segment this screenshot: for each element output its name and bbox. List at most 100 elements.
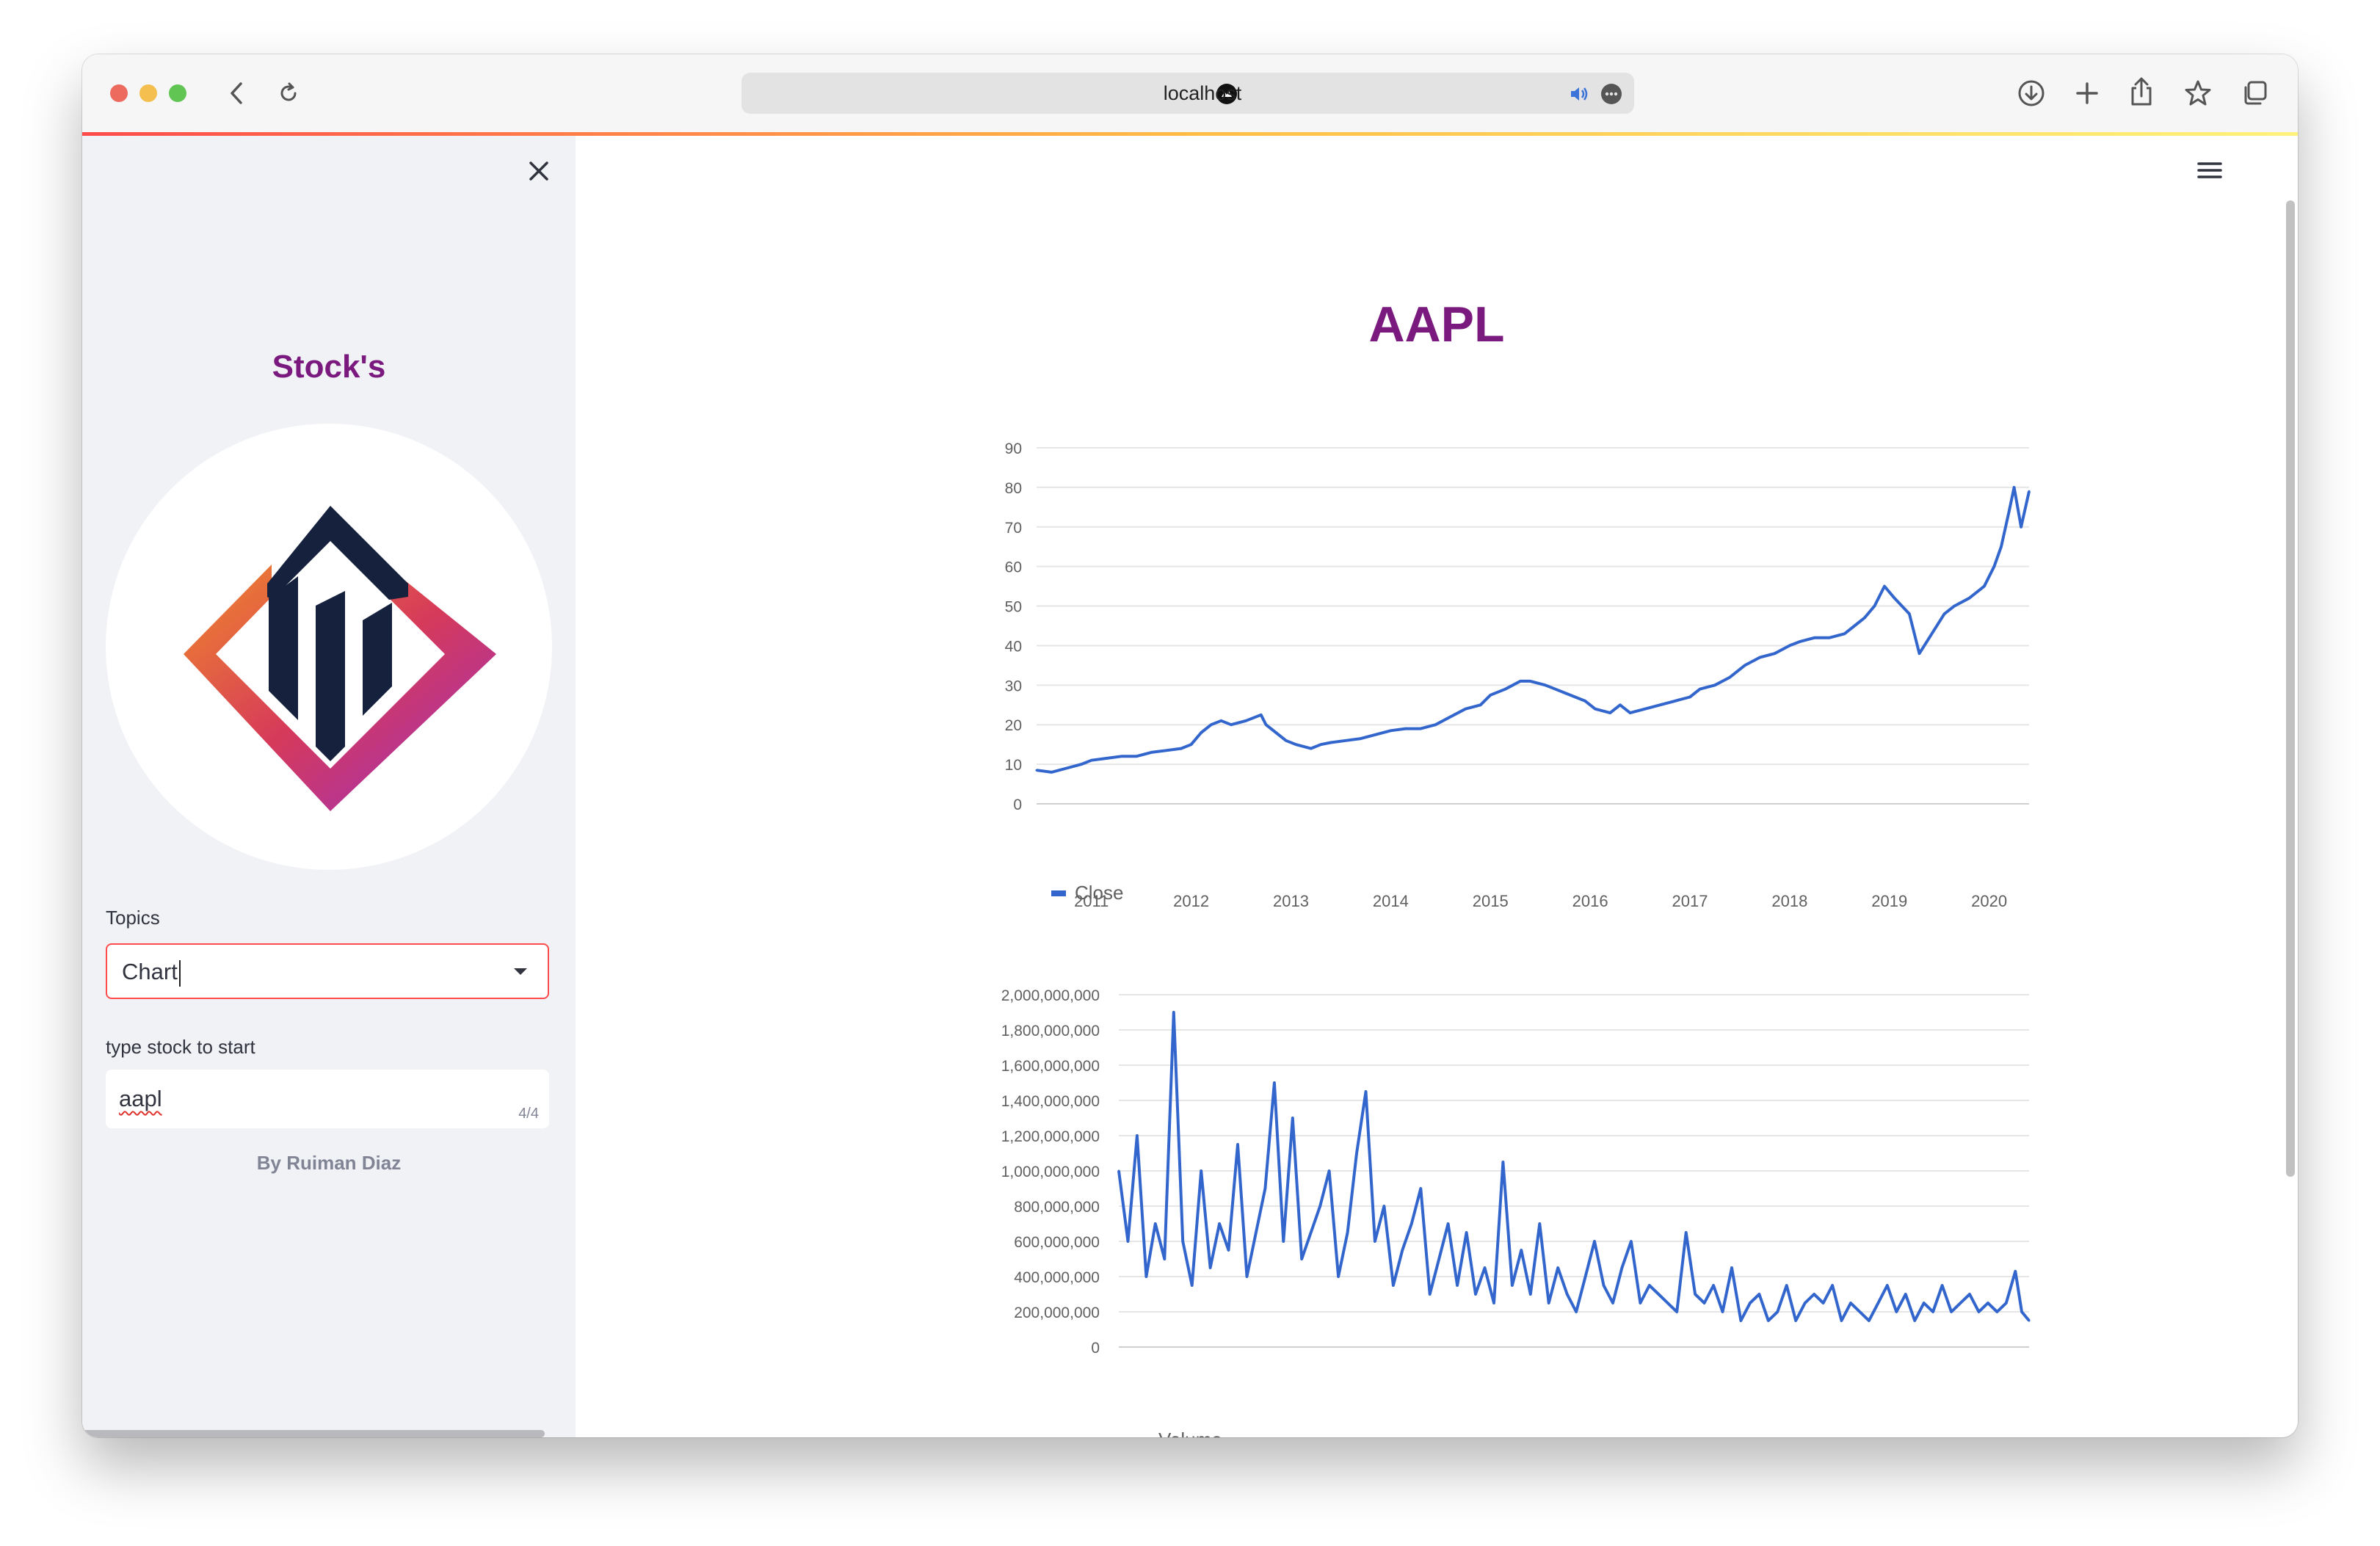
more-options-icon[interactable] <box>1600 83 1622 105</box>
chevron-down-icon <box>514 968 527 975</box>
reload-icon[interactable] <box>276 81 301 106</box>
volume-data-point <box>1913 1319 1916 1322</box>
close-data-point <box>1594 708 1597 711</box>
volume-data-point <box>1447 1222 1450 1225</box>
close-data-point <box>1504 688 1507 691</box>
volume-data-point <box>1703 1302 1706 1304</box>
volume-data-point <box>1328 1169 1331 1172</box>
volume-data-point <box>1245 1275 1248 1278</box>
close-data-point <box>1449 715 1452 718</box>
address-bar[interactable]: localhost <box>741 73 1634 114</box>
close-x-tick-label: 2020 <box>1971 892 2007 910</box>
volume-data-point <box>2020 1310 2023 1313</box>
close-x-tick-label: 2013 <box>1273 892 1309 910</box>
sidebar: Stock's Topics Chart type stock to start… <box>82 136 576 1437</box>
volume-data-point <box>1611 1302 1614 1304</box>
close-data-point <box>1828 636 1831 639</box>
volume-data-point <box>1575 1310 1578 1313</box>
volume-data-point <box>1548 1302 1550 1304</box>
close-data-point <box>1943 612 1946 615</box>
close-data-point <box>1574 696 1577 698</box>
volume-data-point <box>1227 1249 1230 1252</box>
close-data-point <box>2000 545 2003 548</box>
topics-select[interactable]: Chart <box>106 943 549 999</box>
close-data-point <box>2020 526 2022 529</box>
close-data-point <box>1274 731 1277 734</box>
close-data-point <box>2028 490 2031 493</box>
volume-data-point <box>2005 1302 2008 1304</box>
close-price-chart: 01020304050607080902011 2012 2013 2014 2015 2… <box>1001 440 2031 1437</box>
volume-data-point <box>1849 1302 1852 1304</box>
close-data-point <box>1813 636 1816 639</box>
close-x-tick-label: 2019 <box>1871 892 1907 910</box>
volume-data-point <box>1501 1161 1504 1164</box>
close-data-point <box>1265 723 1268 726</box>
speaker-icon[interactable] <box>1568 83 1590 105</box>
close-x-tick-label: 2014 <box>1373 892 1409 910</box>
volume-data-point <box>1382 1205 1385 1208</box>
volume-data-point <box>1666 1302 1669 1304</box>
volume-data-point <box>1603 1284 1606 1287</box>
volume-y-tick-label: 0 <box>1091 1340 1100 1357</box>
close-data-point <box>1583 700 1586 703</box>
volume-data-point <box>1300 1258 1303 1260</box>
volume-data-point <box>1749 1302 1752 1304</box>
close-data-point <box>1165 749 1168 752</box>
close-data-point <box>1219 719 1222 722</box>
close-x-tick-label: 2018 <box>1771 892 1807 910</box>
close-x-tick-label: 2015 <box>1473 892 1509 910</box>
close-data-point <box>1873 605 1876 608</box>
close-data-point <box>1658 703 1661 706</box>
stock-input[interactable]: aapl 4/4 <box>106 1070 549 1128</box>
close-y-tick-label: 90 <box>1005 440 1022 457</box>
tabs-overview-icon[interactable] <box>2241 79 2268 107</box>
volume-y-tick-label: 2,000,000,000 <box>1001 987 1100 1004</box>
close-data-point <box>1150 751 1153 754</box>
close-data-point <box>1983 585 1986 588</box>
bookmark-star-icon[interactable] <box>2183 79 2213 107</box>
volume-data-point <box>1218 1222 1221 1225</box>
volume-data-point <box>1520 1249 1523 1252</box>
close-data-point <box>1554 688 1557 691</box>
close-data-point <box>1464 708 1467 711</box>
volume-data-point <box>1337 1275 1340 1278</box>
close-y-tick-label: 10 <box>1005 757 1022 774</box>
topics-label: Topics <box>106 907 160 929</box>
close-data-point <box>1200 731 1202 734</box>
close-y-tick-label: 60 <box>1005 559 1022 576</box>
volume-data-point <box>1721 1310 1724 1313</box>
stock-input-label: type stock to start <box>106 1036 255 1058</box>
volume-data-point <box>1172 1011 1175 1014</box>
volume-y-tick-label: 1,000,000,000 <box>1001 1164 1100 1180</box>
close-data-point <box>1953 605 1956 608</box>
volume-data-point <box>1346 1231 1349 1234</box>
close-data-point <box>1294 743 1297 746</box>
volume-data-point <box>1757 1293 1760 1296</box>
minimize-window-button[interactable] <box>139 84 157 102</box>
maximize-window-button[interactable] <box>169 84 186 102</box>
close-data-point <box>1728 676 1731 679</box>
main-content: AAPL 0 10 20 30 40 50 60 70 80 90 2011 2012 2013 2014… <box>576 136 2298 1437</box>
topics-select-value: Chart <box>122 945 181 999</box>
close-window-button[interactable] <box>110 84 128 102</box>
volume-data-point <box>1822 1302 1825 1304</box>
volume-data-point <box>1968 1293 1971 1296</box>
close-data-point <box>1788 644 1791 647</box>
close-data-point <box>1374 733 1377 736</box>
new-tab-icon[interactable] <box>2073 79 2101 107</box>
sidebar-scrollbar[interactable] <box>82 1430 545 1437</box>
download-icon[interactable] <box>2017 79 2045 107</box>
volume-data-point <box>1941 1284 1944 1287</box>
close-data-point <box>1180 747 1183 750</box>
author-credit: By Ruiman Diaz <box>256 1152 402 1174</box>
back-icon[interactable] <box>226 81 248 106</box>
close-data-point <box>1360 737 1363 740</box>
close-sidebar-icon[interactable] <box>527 159 551 186</box>
share-icon[interactable] <box>2127 76 2155 107</box>
close-y-tick-label: 30 <box>1005 678 1022 694</box>
volume-data-point <box>1318 1205 1321 1208</box>
volume-data-point <box>1776 1310 1779 1313</box>
close-data-point <box>1918 652 1921 655</box>
close-data-point <box>1389 729 1392 732</box>
close-data-point <box>1893 597 1896 600</box>
